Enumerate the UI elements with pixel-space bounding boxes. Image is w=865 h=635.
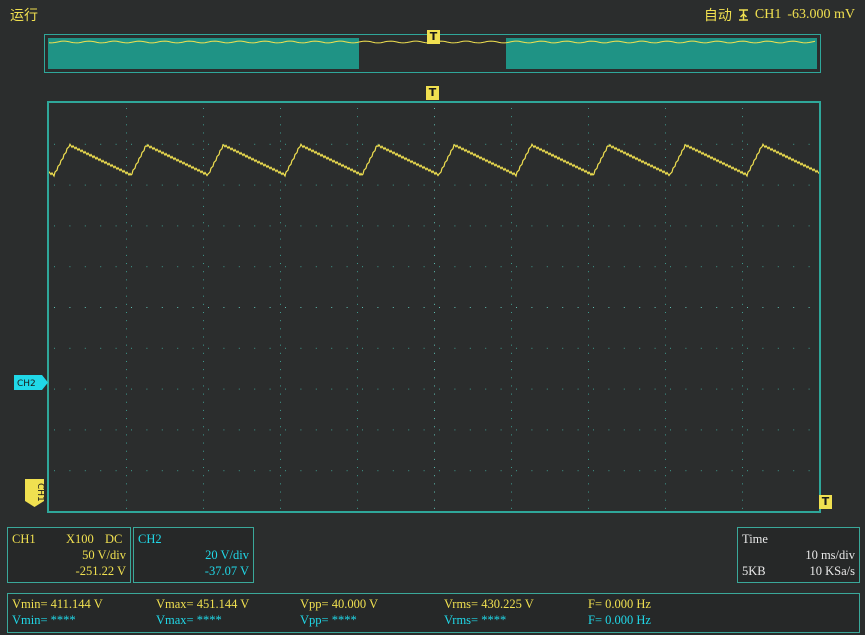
timebase-panel[interactable]: Time 10 ms/div 5KB 10 KSa/s (737, 527, 860, 583)
memory-depth: 5KB (742, 564, 766, 578)
trigger-channel: CH1 (754, 7, 782, 22)
ch2-frequency: F= 0.000 Hz (588, 613, 651, 627)
ch1-probe: X100 (66, 532, 94, 546)
ch2-vpp: Vpp= **** (300, 613, 357, 627)
trigger-status[interactable]: 自动 CH1 -63.000 mV (704, 5, 855, 25)
ch1-level-marker[interactable]: CH1 (25, 479, 44, 507)
ch2-volts-div: 20 V/div (205, 548, 249, 562)
ch2-offset: -37.07 V (204, 564, 249, 578)
measurement-panel[interactable]: Vmin= 411.144 V Vmax= 451.144 V Vpp= 40.… (7, 593, 860, 633)
time-label: Time (742, 532, 768, 546)
ch2-vrms: Vrms= **** (444, 613, 507, 627)
ch2-settings-panel[interactable]: CH2 20 V/div -37.07 V (133, 527, 254, 583)
trigger-level-marker[interactable]: T (819, 495, 832, 509)
ch2-vmax: Vmax= **** (156, 613, 222, 627)
svg-text:CH2: CH2 (17, 379, 36, 389)
ch2-level-marker[interactable]: CH2 (14, 375, 48, 390)
time-div: 10 ms/div (805, 548, 855, 562)
ch1-vmax: Vmax= 451.144 V (156, 597, 250, 611)
ch1-volts-div: 50 V/div (82, 548, 126, 562)
ch1-vrms: Vrms= 430.225 V (444, 597, 534, 611)
sample-rate: 10 KSa/s (809, 564, 856, 578)
grid-dots (54, 108, 810, 509)
overview-trigger-marker[interactable]: T (427, 30, 440, 44)
ch2-name: CH2 (138, 532, 162, 546)
ch1-vmin: Vmin= 411.144 V (12, 597, 103, 611)
trigger-position-marker[interactable]: T (426, 86, 439, 100)
svg-text:CH1: CH1 (35, 483, 44, 502)
trigger-level: -63.000 mV (787, 7, 855, 22)
ch1-coupling: DC (105, 532, 123, 546)
graticule[interactable] (47, 101, 821, 513)
run-status[interactable]: 运行 (10, 5, 38, 25)
ch1-vpp: Vpp= 40.000 V (300, 597, 379, 611)
ch1-settings-panel[interactable]: CH1 X100 DC 50 V/div -251.22 V (7, 527, 131, 583)
trigger-mode: 自动 (703, 8, 732, 24)
ch1-frequency: F= 0.000 Hz (588, 597, 651, 611)
ch1-name: CH1 (12, 532, 36, 546)
ch2-vmin: Vmin= **** (12, 613, 76, 627)
trigger-edge-icon (738, 9, 748, 21)
ch1-offset: -251.22 V (75, 564, 126, 578)
waveform-area (48, 108, 820, 509)
